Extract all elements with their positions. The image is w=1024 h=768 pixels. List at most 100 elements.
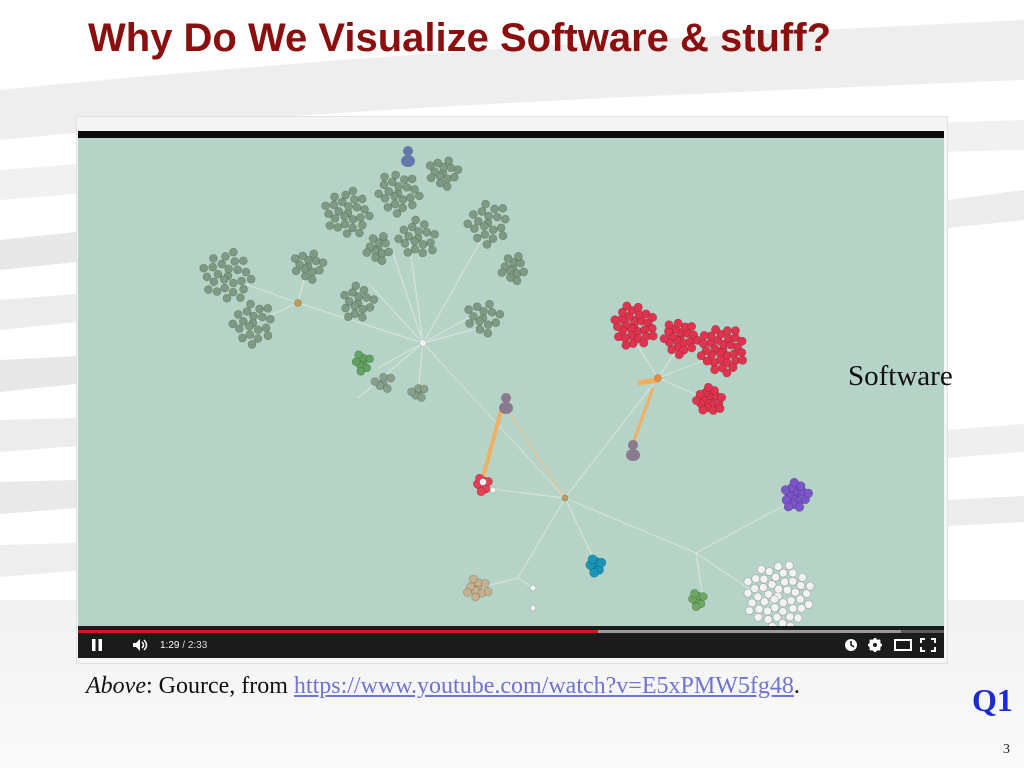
file-node (703, 382, 713, 392)
file-node (737, 336, 747, 346)
file-node (379, 232, 388, 241)
file-node (699, 330, 709, 340)
file-node (667, 345, 677, 355)
tree-edge (637, 377, 659, 386)
file-node (358, 304, 368, 314)
file-node (691, 602, 701, 611)
file-node (764, 567, 774, 576)
file-node (469, 574, 478, 584)
file-node (610, 315, 620, 325)
file-node (498, 231, 508, 240)
file-node (483, 320, 493, 329)
caption: Above: Gource, from https://www.youtube.… (86, 673, 800, 700)
progress-bar[interactable] (78, 630, 944, 633)
file-node (758, 583, 768, 592)
file-node (239, 316, 248, 326)
file-node (239, 256, 248, 266)
file-node (407, 174, 417, 184)
file-node (402, 183, 412, 192)
watch-later-icon[interactable] (844, 638, 858, 652)
file-node (514, 252, 523, 261)
file-node (464, 305, 473, 314)
fullscreen-icon[interactable] (920, 638, 936, 652)
tree-edge (422, 342, 566, 499)
file-node (561, 494, 569, 502)
file-node (722, 326, 732, 336)
file-node (488, 234, 498, 243)
file-node (261, 323, 271, 333)
file-node (633, 302, 643, 312)
video-controls: 1:29 / 2:33 (78, 626, 944, 658)
time-display: 1:29 / 2:33 (160, 640, 207, 651)
file-node (763, 606, 772, 616)
file-node (778, 607, 788, 616)
file-node (754, 604, 764, 614)
file-node (263, 303, 273, 313)
file-node (358, 312, 367, 322)
file-node (247, 340, 257, 349)
file-node (365, 354, 374, 364)
file-node (463, 588, 472, 597)
file-node (587, 554, 598, 565)
file-node (737, 348, 747, 358)
file-node (246, 299, 255, 309)
video-frame[interactable] (78, 138, 944, 626)
file-node (420, 220, 429, 229)
file-node (380, 172, 389, 182)
file-node (246, 274, 256, 284)
file-node (442, 182, 452, 191)
file-node (498, 203, 508, 213)
file-node (780, 577, 789, 587)
file-node (519, 267, 529, 277)
file-node (496, 223, 506, 233)
file-node (495, 309, 505, 319)
file-node (485, 299, 494, 309)
file-node (321, 201, 330, 211)
file-node (340, 290, 349, 300)
file-node (480, 230, 490, 239)
question-tag: Q1 (972, 682, 1013, 718)
file-node (399, 175, 409, 184)
volume-icon[interactable] (132, 638, 150, 652)
file-node (450, 172, 459, 182)
file-node (715, 404, 725, 414)
file-node (224, 264, 233, 274)
youtube-link[interactable]: https://www.youtube.com/watch?v=E5xPMW5f… (294, 673, 794, 699)
file-node (664, 320, 674, 330)
file-node (614, 332, 624, 342)
file-node (358, 220, 367, 230)
file-node (497, 268, 507, 277)
file-node (479, 478, 487, 486)
file-node (230, 257, 240, 266)
caption-text: : Gource, from (145, 673, 294, 699)
file-node (476, 487, 486, 497)
pause-icon[interactable] (90, 638, 104, 652)
file-node (217, 259, 227, 269)
file-node (257, 312, 267, 322)
file-node (490, 204, 499, 214)
file-node (803, 488, 814, 498)
file-node (415, 191, 424, 201)
file-node (359, 285, 369, 295)
duration: 2:33 (187, 640, 208, 651)
file-node (529, 584, 537, 592)
file-node (350, 195, 359, 204)
file-node (419, 339, 427, 347)
tree-edge (392, 252, 424, 344)
file-node (698, 339, 708, 349)
file-node (475, 325, 485, 334)
file-node (365, 303, 375, 312)
file-node (239, 284, 248, 294)
tree-edge (695, 497, 799, 554)
file-node (425, 161, 435, 170)
file-node (463, 219, 473, 229)
file-node (390, 199, 400, 209)
file-node (468, 210, 478, 219)
theater-mode-icon[interactable] (894, 638, 912, 652)
file-node (355, 228, 364, 238)
file-node (341, 303, 350, 313)
file-node (512, 276, 522, 286)
file-node (255, 304, 264, 314)
file-node (596, 557, 607, 568)
gear-icon[interactable] (868, 638, 882, 652)
